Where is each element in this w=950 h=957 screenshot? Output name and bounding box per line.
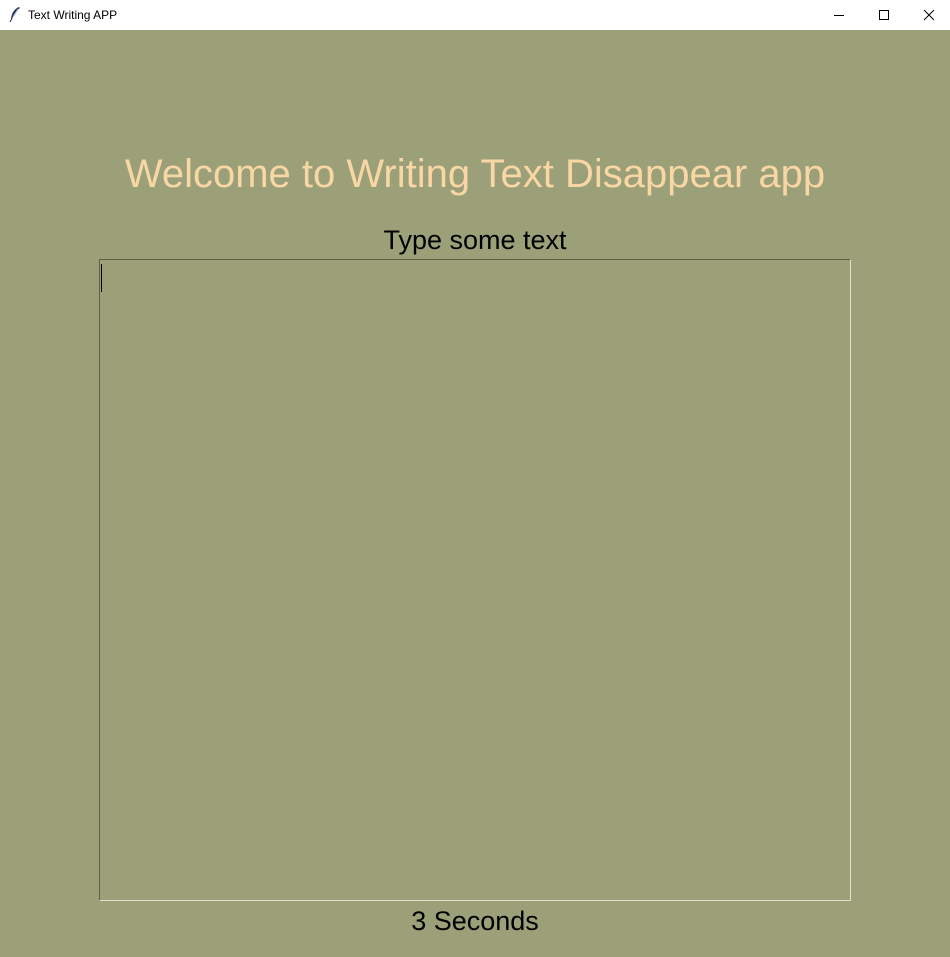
text-cursor xyxy=(101,264,102,292)
welcome-heading: Welcome to Writing Text Disappear app xyxy=(124,152,826,196)
maximize-button[interactable] xyxy=(861,0,907,30)
window-title: Text Writing APP xyxy=(28,8,118,22)
text-input-area[interactable] xyxy=(99,259,851,901)
maximize-icon xyxy=(879,10,889,20)
timer-label: 3 Seconds xyxy=(411,906,539,936)
minimize-icon xyxy=(834,15,844,16)
prompt-label: Type some text xyxy=(383,225,567,255)
close-button[interactable] xyxy=(906,0,950,30)
title-bar[interactable]: Text Writing APP xyxy=(0,0,950,30)
minimize-button[interactable] xyxy=(816,0,862,30)
app-window: Text Writing APP Welcome to Writing Text… xyxy=(0,0,950,957)
feather-icon xyxy=(9,7,20,23)
close-icon xyxy=(923,9,935,21)
